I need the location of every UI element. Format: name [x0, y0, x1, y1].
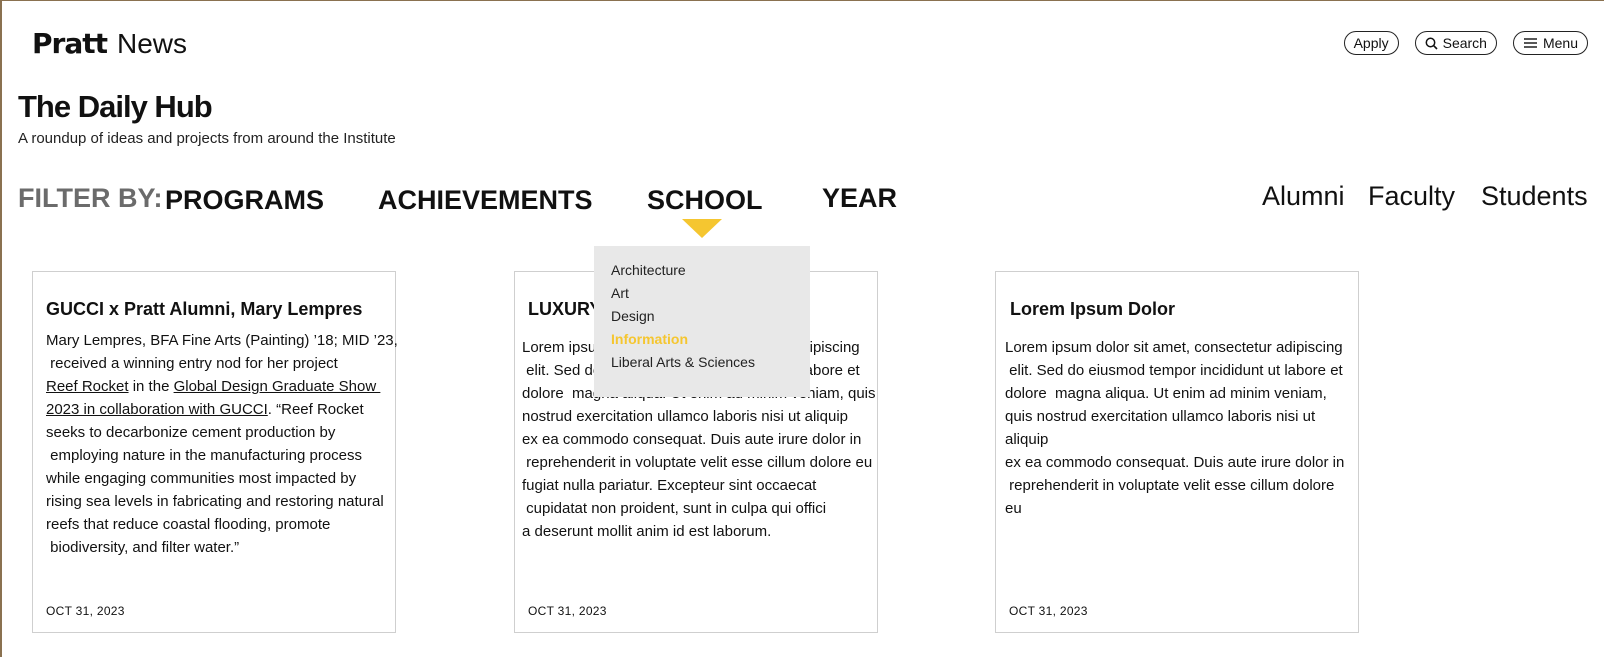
audience-faculty[interactable]: Faculty: [1368, 181, 1455, 212]
search-icon: [1425, 37, 1438, 50]
filter-label: FILTER BY:: [18, 183, 163, 213]
filter-achievements[interactable]: ACHIEVEMENTS: [378, 185, 593, 216]
filter-year[interactable]: YEAR: [822, 183, 897, 214]
search-button[interactable]: Search: [1414, 31, 1497, 55]
news-card[interactable]: Lorem Ipsum Dolor Lorem ipsum dolor sit …: [995, 271, 1359, 633]
section-name: News: [117, 28, 188, 59]
filter-school[interactable]: SCHOOL: [647, 185, 763, 216]
card-body: Lorem ipsum dolor sit amet, consectetur …: [1005, 339, 1345, 517]
menu-button[interactable]: Menu: [1512, 31, 1588, 55]
dropdown-item-liberal-arts-sciences[interactable]: Liberal Arts & Sciences: [611, 354, 755, 370]
apply-button[interactable]: Apply: [1343, 31, 1399, 55]
site-logo[interactable]: Pratt News: [32, 27, 187, 60]
card-title: GUCCI x Pratt Alumni, Mary Lempres: [46, 299, 363, 319]
news-card[interactable]: GUCCI x Pratt Alumni, Mary Lempres Mary …: [32, 271, 398, 633]
page-title: The Daily Hub: [18, 89, 213, 124]
school-dropdown-menu: Architecture Art Design Information Libe…: [594, 246, 810, 397]
header-actions: Apply Search Menu: [1343, 31, 1588, 55]
card-title: LUXURY: [528, 299, 602, 319]
reef-rocket-link[interactable]: Reef Rocket: [46, 378, 129, 395]
filter-programs[interactable]: PROGRAMS: [165, 185, 324, 216]
dropdown-item-information[interactable]: Information: [611, 331, 688, 347]
apply-label: Apply: [1353, 35, 1389, 51]
dropdown-item-design[interactable]: Design: [611, 308, 655, 324]
card-body-connector: in the: [128, 378, 174, 395]
card-date: OCT 31, 2023: [46, 604, 125, 618]
search-label: Search: [1442, 35, 1487, 51]
card-title: Lorem Ipsum Dolor: [1010, 299, 1176, 319]
card-body: Mary Lempres, BFA Fine Arts (Painting) ’…: [46, 329, 398, 559]
card-body-rest: . “Reef Rocket seeks to decarbonize ceme…: [46, 401, 384, 556]
dropdown-item-art[interactable]: Art: [611, 285, 629, 301]
audience-alumni[interactable]: Alumni: [1262, 181, 1345, 212]
card-body-intro: Mary Lempres, BFA Fine Arts (Painting) ’…: [46, 332, 398, 372]
caret-down-icon: [682, 219, 722, 238]
card-date: OCT 31, 2023: [528, 604, 607, 618]
page-subtitle: A roundup of ideas and projects from aro…: [18, 130, 396, 147]
hamburger-icon: [1523, 37, 1538, 49]
brand-wordmark: Pratt: [32, 27, 108, 60]
card-date: OCT 31, 2023: [1009, 604, 1088, 618]
audience-students[interactable]: Students: [1481, 181, 1588, 212]
menu-label: Menu: [1542, 35, 1578, 51]
dropdown-item-architecture[interactable]: Architecture: [611, 262, 686, 278]
